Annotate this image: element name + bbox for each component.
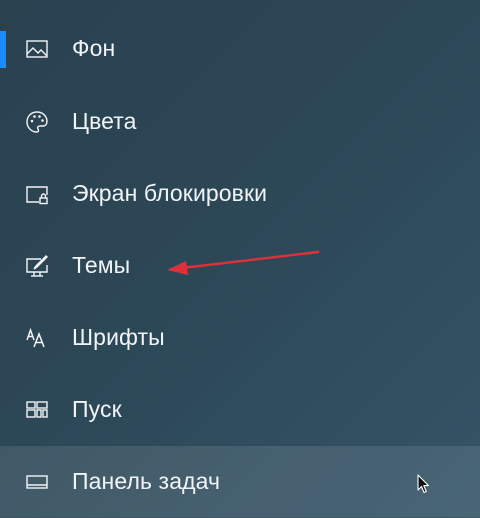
themes-icon	[24, 253, 50, 279]
nav-item-background[interactable]: Фон	[0, 13, 480, 85]
nav-item-start[interactable]: Пуск	[0, 374, 480, 446]
nav-item-label: Фон	[72, 34, 116, 61]
palette-icon	[24, 109, 50, 135]
nav-item-label: Темы	[72, 251, 131, 278]
mouse-cursor-icon	[417, 474, 430, 494]
personalization-nav: Фон Цвета Экран блокировки Темы Шрифты П…	[0, 0, 480, 518]
picture-icon	[24, 36, 50, 62]
start-icon	[24, 397, 50, 423]
nav-item-label: Шрифты	[72, 323, 165, 350]
nav-item-fonts[interactable]: Шрифты	[0, 302, 480, 374]
nav-item-colors[interactable]: Цвета	[0, 86, 480, 158]
nav-item-themes[interactable]: Темы	[0, 230, 480, 302]
nav-item-label: Экран блокировки	[72, 179, 268, 206]
nav-item-lock-screen[interactable]: Экран блокировки	[0, 158, 480, 230]
nav-item-label: Цвета	[72, 107, 137, 134]
fonts-icon	[24, 325, 50, 351]
nav-item-label: Пуск	[72, 395, 122, 422]
nav-item-taskbar[interactable]: Панель задач	[0, 446, 480, 518]
lock-screen-icon	[24, 181, 50, 207]
nav-item-label: Панель задач	[72, 467, 221, 494]
taskbar-icon	[24, 469, 50, 495]
